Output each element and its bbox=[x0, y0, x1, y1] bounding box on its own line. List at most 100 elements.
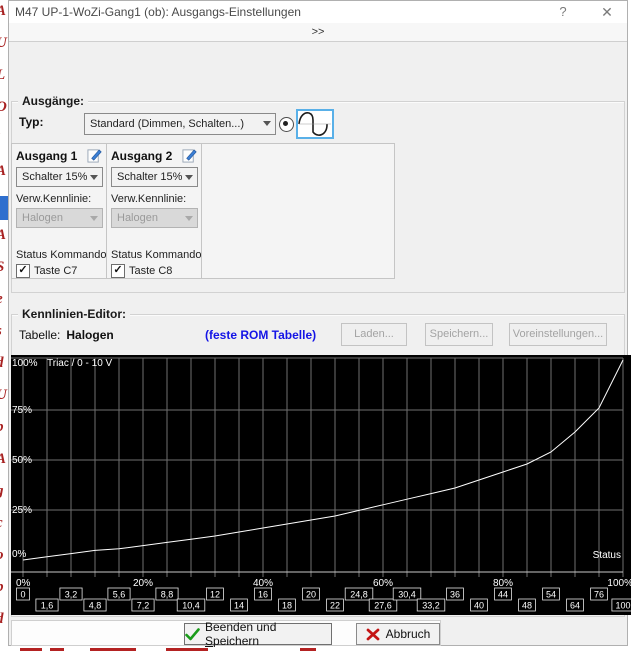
svg-text:8,8: 8,8 bbox=[161, 590, 174, 600]
output2-taste-checkbox[interactable]: ✓ bbox=[111, 264, 125, 278]
svg-text:10,4: 10,4 bbox=[182, 601, 200, 611]
tabelle-value: Halogen bbox=[66, 328, 113, 342]
typ-select[interactable]: Standard (Dimmen, Schalten...) bbox=[84, 113, 276, 135]
output1-mode-value: Schalter 15% bbox=[22, 171, 87, 183]
edit-icon[interactable] bbox=[87, 148, 102, 163]
svg-text:48: 48 bbox=[522, 601, 532, 611]
svg-text:4,8: 4,8 bbox=[89, 601, 102, 611]
svg-text:27,6: 27,6 bbox=[374, 601, 392, 611]
background-window-bottom-strip bbox=[8, 647, 637, 653]
edit-icon[interactable] bbox=[182, 148, 197, 163]
svg-text:Triac / 0 - 10 V: Triac / 0 - 10 V bbox=[47, 358, 113, 369]
svg-text:18: 18 bbox=[282, 601, 292, 611]
output2-status-label: Status Kommando bbox=[111, 249, 197, 261]
output1-mode-select[interactable]: Schalter 15% bbox=[16, 167, 103, 187]
chevron-down-icon bbox=[263, 121, 271, 126]
background-letter-fragment: o bbox=[0, 548, 8, 563]
svg-text:40: 40 bbox=[474, 601, 484, 611]
background-letter-fragment: U bbox=[0, 388, 8, 403]
typ-radio[interactable] bbox=[279, 117, 294, 132]
output-column-2: Ausgang 2 Schalter 15% Verw.Kennlinie: H… bbox=[107, 144, 202, 278]
output2-mode-value: Schalter 15% bbox=[117, 171, 182, 183]
typ-select-value: Standard (Dimmen, Schalten...) bbox=[90, 118, 244, 130]
svg-text:76: 76 bbox=[594, 590, 604, 600]
svg-text:80%: 80% bbox=[493, 578, 513, 589]
cancel-button[interactable]: Abbruch bbox=[356, 623, 440, 645]
background-letter-fragment: d bbox=[0, 356, 8, 371]
svg-text:100%: 100% bbox=[12, 358, 38, 369]
save-button-label: Beenden und Speichern bbox=[205, 620, 331, 648]
background-letter-fragment: b bbox=[0, 580, 8, 595]
speichern-button[interactable]: Speichern... bbox=[425, 323, 493, 346]
background-mark bbox=[90, 648, 136, 651]
svg-text:64: 64 bbox=[570, 601, 580, 611]
kennlinie-chart[interactable]: 100%75%50%25%0%Triac / 0 - 10 V0%20%40%6… bbox=[11, 355, 631, 615]
output2-kennlinie-label: Verw.Kennlinie: bbox=[111, 193, 197, 205]
background-mark bbox=[20, 648, 42, 651]
background-letter-fragment: A bbox=[0, 452, 8, 467]
svg-text:3,2: 3,2 bbox=[65, 590, 78, 600]
help-button[interactable]: ? bbox=[551, 3, 575, 21]
background-letter-fragment: g bbox=[0, 484, 8, 499]
outputs-panel: Ausgang 1 Schalter 15% Verw.Kennlinie: H… bbox=[11, 143, 395, 279]
background-mark bbox=[300, 648, 316, 651]
svg-text:100: 100 bbox=[615, 601, 630, 611]
svg-text:54: 54 bbox=[546, 590, 556, 600]
background-letter-fragment: s bbox=[0, 324, 8, 339]
voreinstellungen-button[interactable]: Voreinstellungen... bbox=[509, 323, 607, 346]
dialog-ausgangs-einstellungen: M47 UP-1-WoZi-Gang1 (ob): Ausgangs-Einst… bbox=[8, 0, 628, 646]
svg-text:7,2: 7,2 bbox=[137, 601, 150, 611]
output1-taste-checkbox[interactable]: ✓ bbox=[16, 264, 30, 278]
svg-text:33,2: 33,2 bbox=[422, 601, 440, 611]
background-letter-fragment: e bbox=[0, 292, 8, 307]
svg-text:16: 16 bbox=[258, 590, 268, 600]
output1-kennlinie-label: Verw.Kennlinie: bbox=[16, 193, 102, 205]
save-and-exit-button[interactable]: Beenden und Speichern bbox=[184, 623, 332, 645]
svg-text:0%: 0% bbox=[16, 578, 31, 589]
output1-kennlinie-select: Halogen bbox=[16, 208, 103, 228]
svg-text:14: 14 bbox=[234, 601, 244, 611]
phase-cut-waveform-icon[interactable] bbox=[296, 109, 334, 139]
svg-text:Status: Status bbox=[593, 550, 621, 561]
output1-kennlinie-value: Halogen bbox=[22, 212, 63, 224]
background-letter-fragment: i bbox=[0, 132, 8, 147]
background-letter-fragment: A bbox=[0, 228, 8, 243]
svg-text:60%: 60% bbox=[373, 578, 393, 589]
output-column-1: Ausgang 1 Schalter 15% Verw.Kennlinie: H… bbox=[12, 144, 107, 278]
green-check-icon bbox=[185, 628, 200, 641]
svg-text:12: 12 bbox=[210, 590, 220, 600]
svg-text:0%: 0% bbox=[12, 549, 27, 560]
laden-button[interactable]: Laden... bbox=[341, 323, 407, 346]
output1-taste-label: Taste C7 bbox=[34, 265, 77, 277]
window-title: M47 UP-1-WoZi-Gang1 (ob): Ausgangs-Einst… bbox=[15, 5, 301, 19]
close-button[interactable]: ✕ bbox=[595, 3, 619, 21]
background-window-left-strip: AULOiAtASesdUbAgcobd bbox=[0, 0, 8, 653]
background-letter-fragment: L bbox=[0, 68, 8, 83]
svg-text:20%: 20% bbox=[133, 578, 153, 589]
output1-status-label: Status Kommando bbox=[16, 249, 102, 261]
output2-mode-select[interactable]: Schalter 15% bbox=[111, 167, 198, 187]
chevron-down-icon bbox=[90, 216, 98, 221]
output2-taste-label: Taste C8 bbox=[129, 265, 172, 277]
background-selected-item bbox=[0, 196, 8, 220]
svg-text:0: 0 bbox=[20, 590, 25, 600]
svg-text:22: 22 bbox=[330, 601, 340, 611]
cancel-button-label: Abbruch bbox=[386, 627, 431, 641]
svg-text:75%: 75% bbox=[12, 405, 32, 416]
background-mark bbox=[50, 648, 64, 651]
background-letter-fragment: U bbox=[0, 36, 8, 51]
chevron-down-icon bbox=[90, 175, 98, 180]
output2-kennlinie-select: Halogen bbox=[111, 208, 198, 228]
svg-text:5,6: 5,6 bbox=[113, 590, 126, 600]
titlebar: M47 UP-1-WoZi-Gang1 (ob): Ausgangs-Einst… bbox=[9, 1, 627, 23]
background-letter-fragment: d bbox=[0, 612, 8, 627]
output1-title: Ausgang 1 bbox=[16, 149, 77, 163]
typ-label: Typ: bbox=[19, 115, 43, 129]
svg-text:1,6: 1,6 bbox=[41, 601, 54, 611]
red-x-icon bbox=[366, 628, 381, 641]
svg-text:36: 36 bbox=[450, 590, 460, 600]
svg-text:40%: 40% bbox=[253, 578, 273, 589]
background-letter-fragment: c bbox=[0, 516, 8, 531]
expander-button[interactable]: >> bbox=[9, 23, 627, 42]
tabelle-label: Tabelle: bbox=[19, 328, 60, 342]
